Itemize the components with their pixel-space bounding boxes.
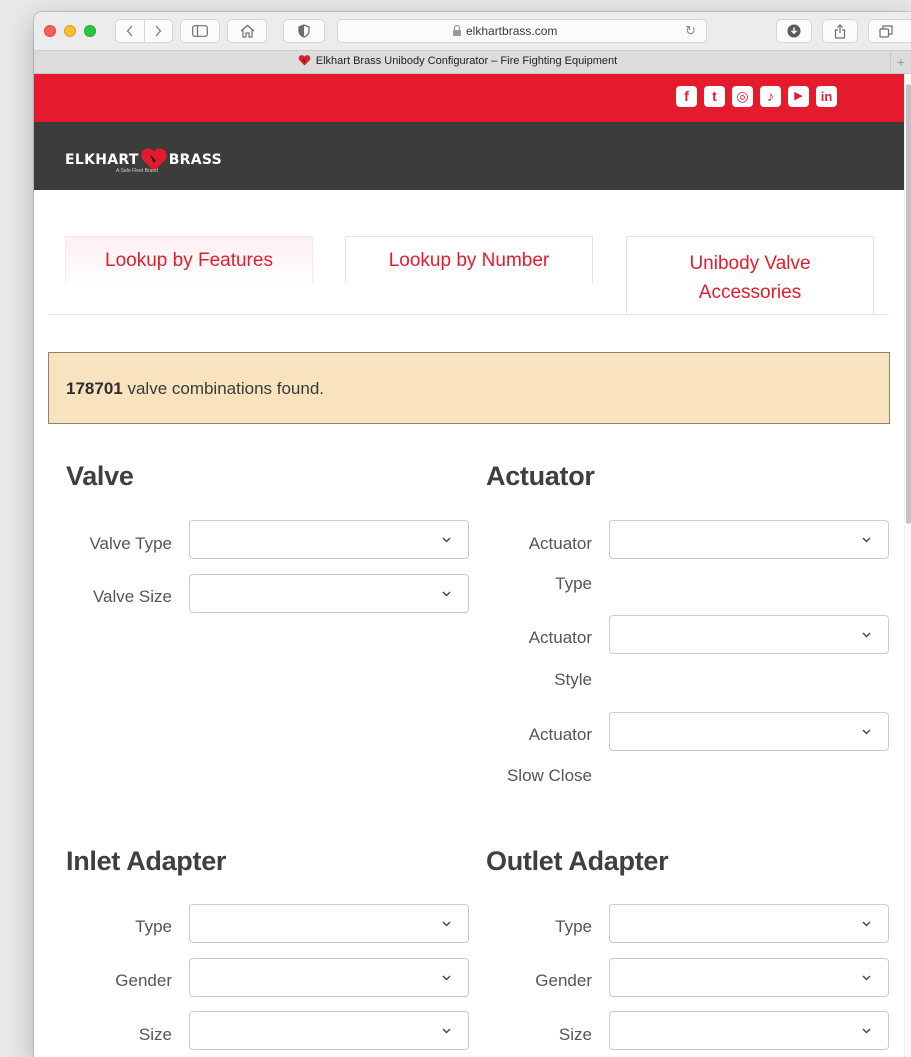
chevron-down-icon — [862, 1028, 871, 1034]
tabs-overview-icon — [879, 24, 893, 38]
chevron-left-icon — [126, 25, 133, 37]
instagram-icon[interactable]: ◎ — [732, 86, 753, 107]
tiktok-icon[interactable]: ♪ — [760, 86, 781, 107]
inlet-adapter-section-title: Inlet Adapter — [66, 846, 227, 876]
results-count-text: 178701 valve combinations found. — [66, 379, 325, 398]
tab-lookup-by-features[interactable]: Lookup by Features — [65, 236, 313, 283]
chevron-down-icon — [862, 729, 871, 735]
chevron-down-icon — [442, 591, 451, 597]
actuator-style-select[interactable] — [609, 615, 889, 654]
address-bar[interactable]: elkhartbrass.com ↻ — [337, 19, 707, 43]
back-button[interactable] — [116, 20, 144, 42]
home-icon — [240, 24, 254, 38]
chevron-down-icon — [862, 537, 871, 543]
home-button[interactable] — [227, 19, 267, 43]
inlet-type-select[interactable] — [189, 904, 469, 943]
outlet-size-select[interactable] — [609, 1011, 889, 1050]
chevron-down-icon — [442, 975, 451, 981]
actuator-style-label-line2: Style — [554, 670, 592, 689]
browser-tab-bar: Elkhart Brass Unibody Configurator – Fir… — [34, 50, 911, 74]
chevron-down-icon — [862, 921, 871, 927]
outlet-gender-select[interactable] — [609, 958, 889, 997]
actuator-section-title: Actuator — [486, 461, 595, 491]
inlet-gender-select[interactable] — [189, 958, 469, 997]
actuator-slow-close-label-line1: Actuator — [528, 725, 592, 744]
browser-tab[interactable]: Elkhart Brass Unibody Configurator – Fir… — [34, 55, 881, 67]
elkhart-brass-logo[interactable]: ELKHART BRASS A Safe Fleet Brand — [65, 148, 223, 174]
new-tab-button[interactable]: + — [890, 51, 911, 73]
chevron-down-icon — [442, 537, 451, 543]
actuator-slow-close-select[interactable] — [609, 712, 889, 751]
tab-overview-button[interactable] — [868, 19, 911, 43]
chevron-down-icon — [862, 975, 871, 981]
close-window-button[interactable] — [44, 25, 56, 37]
valve-size-label: Valve Size — [92, 587, 172, 606]
scrollbar-thumb[interactable] — [906, 84, 911, 524]
chevron-down-icon — [442, 1028, 451, 1034]
history-nav-group — [115, 19, 173, 43]
heart-favicon-icon — [298, 55, 311, 66]
twitter-icon[interactable]: t — [704, 86, 725, 107]
tab-unibody-valve-accessories[interactable]: Unibody Valve Accessories — [626, 236, 874, 315]
actuator-style-label-line1: Actuator — [528, 628, 592, 647]
browser-window: elkhartbrass.com ↻ Elkhart Brass Unibody… — [34, 12, 911, 1057]
social-bar: f t ◎ ♪ ▶ in — [34, 74, 905, 122]
actuator-type-label-line2: Type — [555, 574, 592, 593]
download-icon — [787, 24, 801, 38]
outlet-size-label: Size — [558, 1025, 592, 1044]
facebook-icon[interactable]: f — [676, 86, 697, 107]
valve-section-title: Valve — [66, 461, 134, 491]
linkedin-icon[interactable]: in — [816, 86, 837, 107]
site-header: ELKHART BRASS A Safe Fleet Brand — [34, 122, 905, 190]
privacy-report-button[interactable] — [283, 19, 325, 43]
browser-tab-title: Elkhart Brass Unibody Configurator – Fir… — [315, 55, 618, 67]
outlet-adapter-section-title: Outlet Adapter — [486, 846, 669, 876]
minimize-window-button[interactable] — [64, 25, 76, 37]
scrollbar[interactable] — [904, 74, 911, 1057]
logo-tagline: A Safe Fleet Brand — [116, 168, 158, 174]
page-content: f t ◎ ♪ ▶ in ELKHART BRASS A Safe Fleet B… — [34, 74, 911, 1057]
url-text: elkhartbrass.com — [466, 24, 558, 38]
valve-size-select[interactable] — [189, 574, 469, 613]
reload-icon[interactable]: ↻ — [685, 23, 696, 39]
valve-type-select[interactable] — [189, 520, 469, 559]
inlet-size-select[interactable] — [189, 1011, 469, 1050]
share-button[interactable] — [822, 19, 858, 43]
actuator-type-label-line1: Actuator — [528, 534, 592, 553]
outlet-gender-label: Gender — [535, 971, 592, 990]
chevron-down-icon — [862, 632, 871, 638]
shield-icon — [298, 24, 310, 38]
actuator-type-select[interactable] — [609, 520, 889, 559]
browser-toolbar: elkhartbrass.com ↻ — [34, 12, 911, 50]
outlet-type-label: Type — [555, 917, 592, 936]
inlet-size-label: Size — [138, 1025, 172, 1044]
lock-icon — [453, 24, 461, 36]
logo-word-left: ELKHART — [65, 152, 139, 168]
sidebar-icon — [192, 25, 208, 37]
outlet-type-select[interactable] — [609, 904, 889, 943]
tab-lookup-by-number[interactable]: Lookup by Number — [345, 236, 593, 283]
logo-word-right: BRASS — [168, 152, 223, 168]
results-count: 178701 — [66, 379, 123, 398]
valve-type-label: Valve Type — [89, 534, 172, 553]
forward-button[interactable] — [145, 20, 173, 42]
inlet-type-label: Type — [135, 917, 172, 936]
sidebar-button[interactable] — [180, 19, 220, 43]
chevron-right-icon — [155, 25, 162, 37]
actuator-slow-close-label-line2: Slow Close — [506, 766, 592, 785]
downloads-button[interactable] — [776, 19, 812, 43]
youtube-icon[interactable]: ▶ — [788, 86, 809, 107]
share-icon — [834, 23, 846, 39]
inlet-gender-label: Gender — [115, 971, 172, 990]
tabs-divider — [48, 314, 889, 315]
chevron-down-icon — [442, 921, 451, 927]
zoom-window-button[interactable] — [84, 25, 96, 37]
results-notice: 178701 valve combinations found. — [48, 352, 890, 424]
